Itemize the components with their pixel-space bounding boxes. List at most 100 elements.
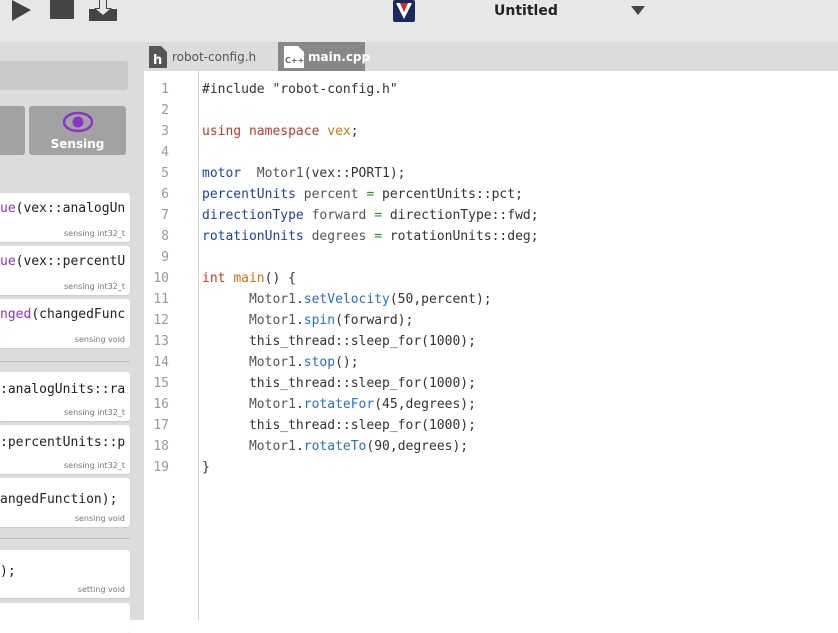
- code-line[interactable]: Motor1.setVelocity(50,percent);: [202, 292, 492, 307]
- code-editor[interactable]: 1 2 3 4 5 6 7 8 9 10 11 12 13 14 15 16 17 18 19 #include "r…: [139, 71, 838, 620]
- code-line[interactable]: percentUnits percent = percentUnits::pct…: [202, 187, 523, 202]
- code-token: .: [295, 355, 304, 370]
- code-block[interactable]: :percentUnits::p sensing int32_t: [0, 425, 130, 474]
- search-input[interactable]: [0, 61, 128, 90]
- category-button-previous[interactable]: [0, 106, 25, 155]
- block-type-label: sensing void: [74, 335, 125, 344]
- code-line[interactable]: using namespace vex;: [202, 124, 359, 139]
- code-token: main: [233, 271, 265, 286]
- line-number: 4: [161, 145, 169, 160]
- line-number: 14: [153, 355, 169, 370]
- code-line[interactable]: Motor1.rotateFor(45,degrees);: [202, 397, 476, 412]
- download-icon[interactable]: [89, 0, 117, 26]
- code-line[interactable]: motor Motor1(vex::PORT1);: [202, 166, 406, 181]
- code-token: int: [202, 271, 226, 286]
- code-token: spin: [303, 313, 336, 328]
- code-token: Motor1: [248, 292, 296, 307]
- block-type-label: setting void: [77, 585, 125, 594]
- code-token: this_thread::sleep_for(1000);: [202, 376, 476, 391]
- section-divider: [0, 361, 130, 362]
- code-token: () {: [264, 271, 296, 286]
- block-type-label: sensing int32_t: [64, 229, 125, 238]
- code-block[interactable]: nged(changedFunc sensing void: [0, 299, 130, 348]
- code-token: Motor1: [248, 439, 296, 454]
- code-token: rotationUnits::deg;: [382, 229, 539, 244]
- svg-text:h: h: [153, 53, 162, 68]
- tab-main-cpp[interactable]: C++ main.cpp: [278, 42, 370, 72]
- play-icon[interactable]: [12, 0, 34, 26]
- stop-icon[interactable]: [50, 0, 74, 26]
- category-button-sensing[interactable]: Sensing: [29, 106, 126, 155]
- code-token: this_thread::sleep_for(1000);: [202, 334, 476, 349]
- code-line[interactable]: directionType forward = directionType::f…: [202, 208, 539, 223]
- code-line[interactable]: Motor1.rotateTo(90,degrees);: [202, 439, 468, 454]
- category-label-sensing: Sensing: [50, 137, 105, 151]
- code-line[interactable]: Motor1.spin(forward);: [202, 313, 413, 328]
- block-type-label: sensing int32_t: [64, 461, 125, 470]
- line-number: 16: [153, 397, 169, 412]
- code-block[interactable]: ue(vex::analogUn sensing int32_t: [0, 193, 130, 242]
- code-token: stop: [303, 355, 336, 370]
- code-line[interactable]: }: [202, 460, 210, 475]
- code-line[interactable]: this_thread::sleep_for(1000);: [202, 376, 476, 391]
- tab-label: main.cpp: [308, 50, 371, 64]
- line-number: 5: [161, 166, 169, 181]
- tab-label: robot-config.h: [172, 50, 257, 64]
- block-type-label: sensing int32_t: [64, 282, 125, 291]
- code-line[interactable]: #include "robot-config.h": [202, 82, 398, 97]
- line-number: 9: [161, 250, 169, 265]
- code-token: Motor1: [256, 166, 304, 181]
- svg-text:C++: C++: [285, 56, 304, 65]
- code-line[interactable]: rotationUnits degrees = rotationUnits::d…: [202, 229, 539, 244]
- cpp-file-icon: C++: [284, 46, 304, 72]
- h-file-icon: h: [149, 46, 167, 72]
- code-token: using: [202, 124, 242, 139]
- code-token: .: [295, 292, 304, 307]
- code-token: Motor1: [248, 397, 296, 412]
- top-toolbar: Untitled: [0, 0, 838, 42]
- file-tab-bar: h robot-config.h C++ main.cpp: [139, 42, 838, 71]
- line-number: 17: [153, 418, 169, 433]
- line-number: 18: [153, 439, 169, 454]
- line-number: 19: [153, 460, 169, 475]
- code-token: #include "robot-config.h": [202, 82, 398, 97]
- block-type-label: sensing int32_t: [64, 408, 125, 417]
- code-token: (vex::PORT1);: [303, 166, 406, 181]
- caret-down-icon[interactable]: [631, 6, 645, 15]
- code-block[interactable]: :analogUnits::ra sensing int32_t: [0, 372, 130, 421]
- tab-robot-config-h[interactable]: h robot-config.h: [139, 42, 269, 71]
- code-line[interactable]: int main() {: [202, 271, 296, 286]
- code-token: vex: [327, 124, 351, 139]
- line-number: 15: [153, 376, 169, 391]
- line-number: 13: [153, 334, 169, 349]
- code-block[interactable]: angedFunction); sensing void: [0, 478, 130, 527]
- code-line[interactable]: this_thread::sleep_for(1000);: [202, 418, 476, 433]
- code-token: namespace: [248, 124, 320, 139]
- code-line[interactable]: this_thread::sleep_for(1000);: [202, 334, 476, 349]
- section-divider: [0, 538, 130, 539]
- code-block[interactable]: ue(vex::percentU sensing int32_t: [0, 246, 130, 295]
- code-token: (90,degrees);: [366, 439, 469, 454]
- code-block[interactable]: ); setting void: [0, 550, 130, 598]
- code-line[interactable]: Motor1.stop();: [202, 355, 359, 370]
- code-block[interactable]: [0, 603, 130, 633]
- code-token: =: [374, 229, 383, 244]
- code-token: rotateTo: [303, 439, 367, 454]
- code-token: .: [295, 439, 304, 454]
- line-number: 8: [161, 229, 169, 244]
- code-token: (45,degrees);: [374, 397, 476, 412]
- project-title[interactable]: Untitled: [494, 3, 558, 19]
- line-number: 11: [153, 292, 169, 307]
- block-type-label: sensing void: [74, 514, 125, 523]
- blocks-panel: Sensing ue(vex::analogUn sensing int32_t…: [0, 42, 139, 633]
- code-token: (forward);: [335, 313, 414, 328]
- code-token: }: [202, 460, 210, 475]
- line-number: 1: [161, 82, 169, 97]
- code-token: ;: [350, 124, 359, 139]
- code-token: rotationUnits: [202, 229, 304, 244]
